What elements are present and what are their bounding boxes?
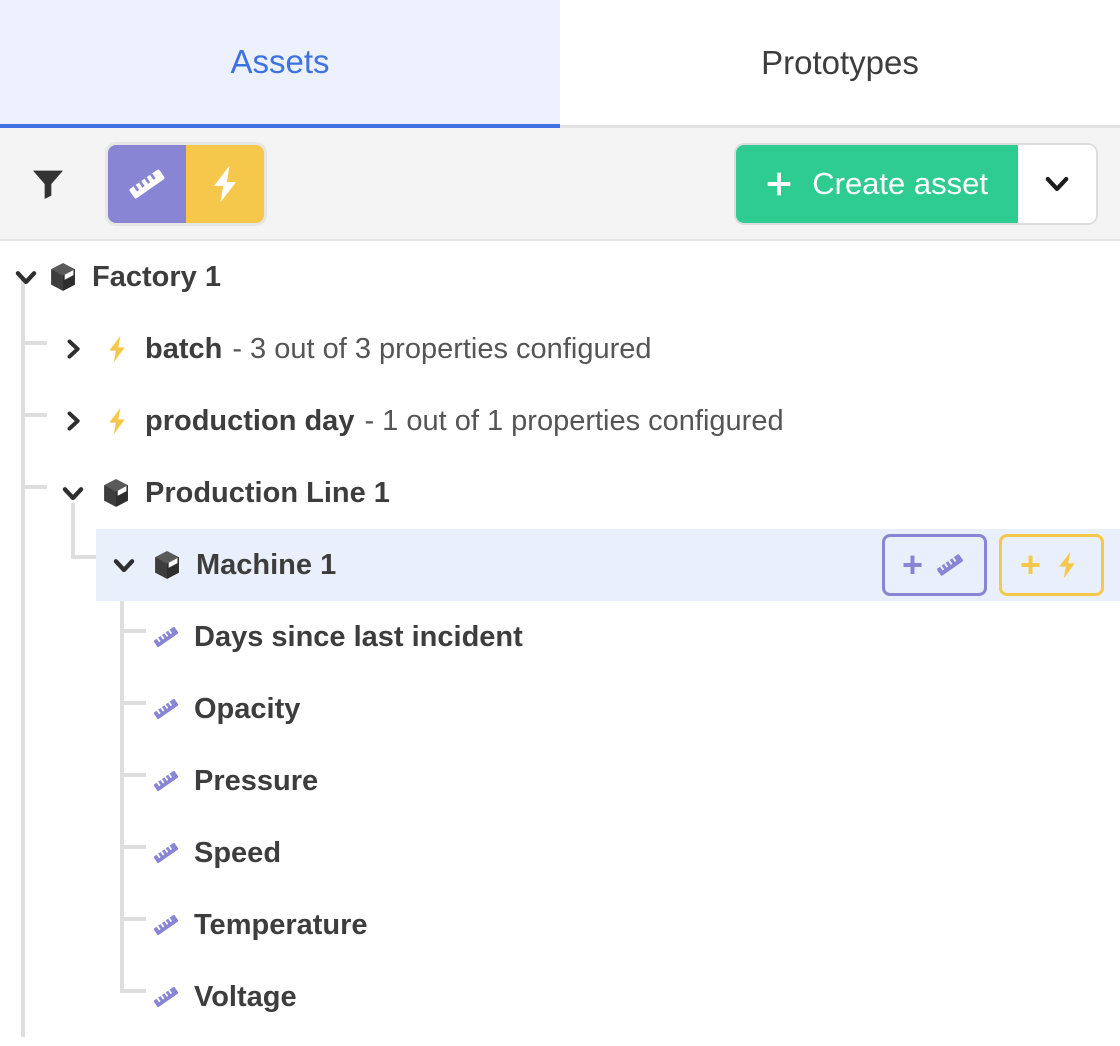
filter-button[interactable] <box>26 162 70 206</box>
tab-bar: Assets Prototypes <box>0 0 1120 128</box>
ruler-icon <box>937 554 963 576</box>
ruler-icon <box>150 909 182 941</box>
create-asset-dropdown-toggle[interactable] <box>1018 144 1096 223</box>
tree-node-label: production day <box>145 404 355 437</box>
event-toggle[interactable] <box>186 144 264 223</box>
create-asset-button[interactable]: Create asset <box>736 144 1018 223</box>
asset-tree-panel: Assets Prototypes Create asset Factory 1… <box>0 0 1120 1046</box>
add-measurement-button[interactable]: + <box>882 534 987 596</box>
tree-node-label: batch <box>145 332 223 365</box>
row-action-group: + + <box>882 534 1104 596</box>
tree-row-selected[interactable]: Machine 1 + + <box>96 529 1120 601</box>
tab-prototypes[interactable]: Prototypes <box>560 0 1120 128</box>
type-filter-toggle-group <box>108 144 264 223</box>
tree-node-label: Days since last incident <box>194 620 523 653</box>
lightning-icon <box>1059 551 1075 579</box>
lightning-icon <box>214 165 236 202</box>
ruler-icon <box>150 765 182 797</box>
tree-row[interactable]: Speed <box>0 817 1120 889</box>
tree-node-label: Factory 1 <box>92 260 221 293</box>
add-event-button[interactable]: + <box>999 534 1104 596</box>
lightning-icon <box>101 405 133 437</box>
chevron-down-icon <box>62 487 84 501</box>
tree-row[interactable]: Factory 1 <box>0 241 1120 313</box>
expand-toggle-batch[interactable] <box>53 329 93 369</box>
chevron-down-icon <box>1045 176 1069 191</box>
plus-icon <box>767 172 791 195</box>
tree-node-label: Pressure <box>194 764 319 797</box>
add-measurement-plus: + <box>901 544 924 585</box>
chevron-down-icon <box>15 271 37 285</box>
create-asset-group: Create asset <box>736 144 1096 223</box>
create-asset-label: Create asset <box>812 165 988 201</box>
package-box-icon <box>46 260 80 294</box>
chevron-right-icon <box>67 411 80 431</box>
ruler-icon <box>129 169 165 198</box>
tree-node-label: Temperature <box>194 908 368 941</box>
tree-node-status: - 1 out of 1 properties configured <box>364 404 784 437</box>
expand-toggle-production-day[interactable] <box>53 401 93 441</box>
tab-assets[interactable]: Assets <box>0 0 560 128</box>
lightning-icon <box>101 333 133 365</box>
ruler-icon <box>150 837 182 869</box>
tree-row[interactable]: batch - 3 out of 3 properties configured <box>0 313 1120 385</box>
add-event-plus: + <box>1019 544 1042 585</box>
asset-tree: Factory 1 batch - 3 out of 3 properties … <box>0 241 1120 1046</box>
tree-node-label: Production Line 1 <box>145 476 390 509</box>
tree-row[interactable]: Voltage <box>0 961 1120 1033</box>
ruler-icon <box>150 981 182 1013</box>
tree-node-label: Opacity <box>194 692 301 725</box>
tree-node-label: Machine 1 <box>196 548 337 581</box>
expand-toggle-production-line-1[interactable] <box>53 473 93 513</box>
expand-toggle-factory-1[interactable] <box>6 257 46 297</box>
ruler-icon <box>150 621 182 653</box>
tree-row[interactable]: Production Line 1 <box>0 457 1120 529</box>
package-box-icon <box>99 476 133 510</box>
package-box-icon <box>150 548 184 582</box>
tree-node-label: Speed <box>194 836 282 869</box>
chevron-down-icon <box>113 559 135 573</box>
tree-row[interactable]: Opacity <box>0 673 1120 745</box>
tree-branch-machine <box>71 555 97 559</box>
tree-node-label: Voltage <box>194 980 297 1013</box>
tab-assets-label: Assets <box>230 43 330 80</box>
ruler-icon <box>150 693 182 725</box>
tree-row[interactable]: production day - 1 out of 1 properties c… <box>0 385 1120 457</box>
tree-node-status: - 3 out of 3 properties configured <box>232 332 652 365</box>
expand-toggle-machine-1[interactable] <box>104 545 144 585</box>
chevron-right-icon <box>67 339 80 359</box>
measurement-toggle[interactable] <box>108 144 186 223</box>
toolbar: Create asset <box>0 128 1120 241</box>
tree-row[interactable]: Days since last incident <box>0 601 1120 673</box>
tab-prototypes-label: Prototypes <box>761 43 919 81</box>
tree-row[interactable]: Temperature <box>0 889 1120 961</box>
tree-row[interactable]: Pressure <box>0 745 1120 817</box>
filter-funnel-icon <box>33 170 63 199</box>
